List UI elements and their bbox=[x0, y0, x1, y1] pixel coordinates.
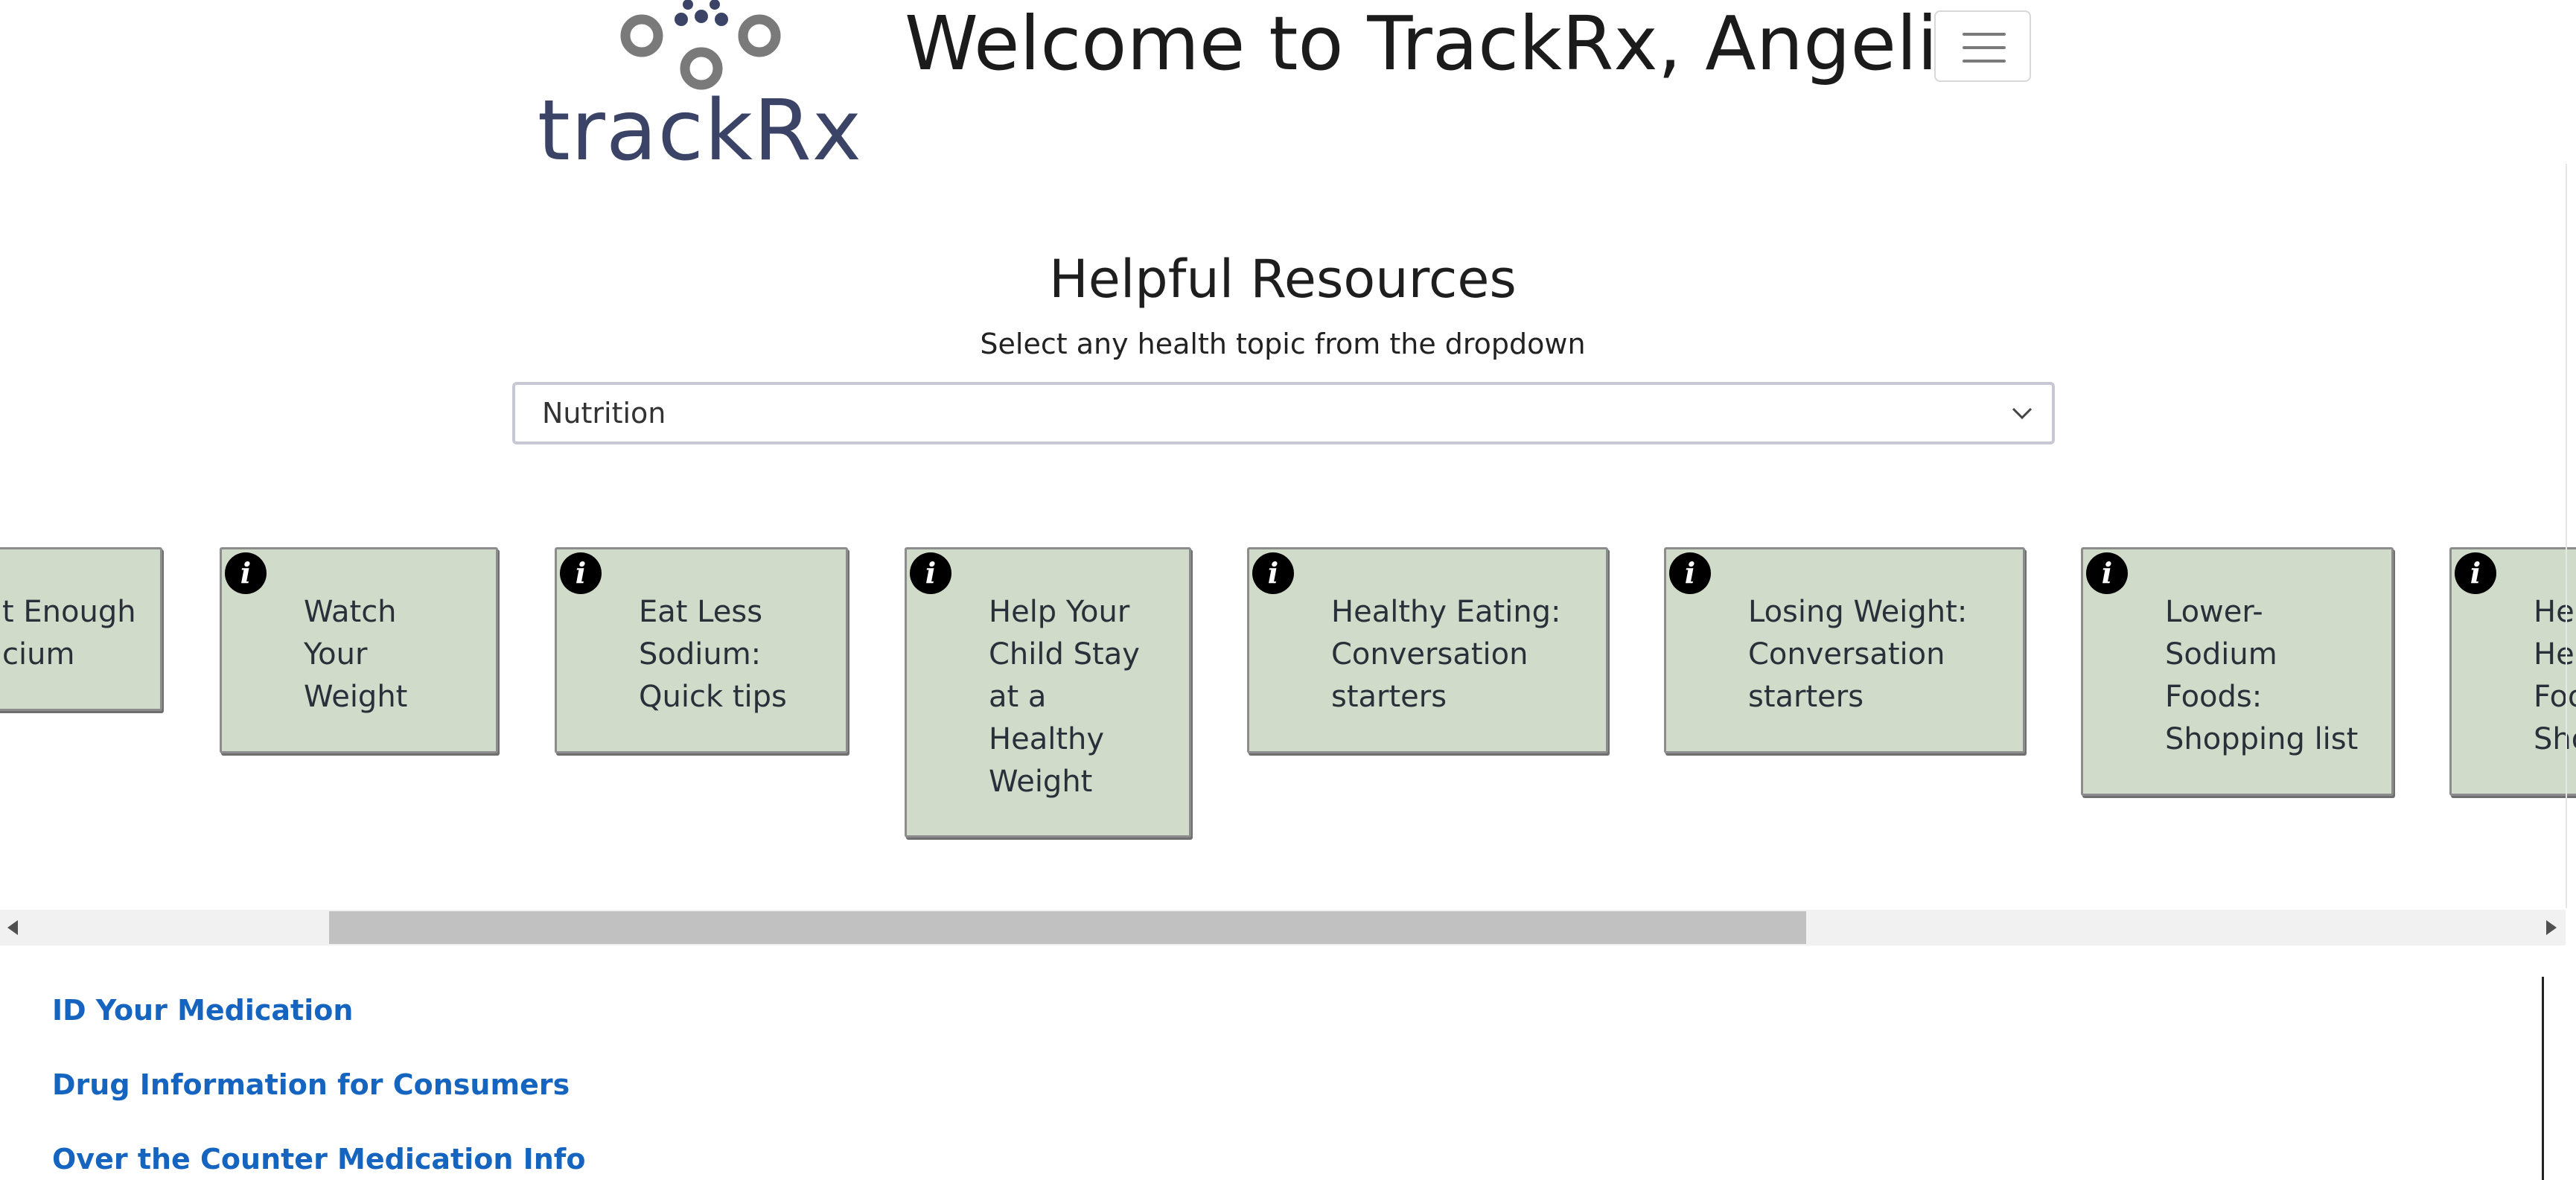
resources-subtitle: Select any health topic from the dropdow… bbox=[980, 328, 1586, 360]
card-label: Watch Your Weight bbox=[304, 595, 408, 714]
resource-card[interactable]: i Watch Your Weight bbox=[220, 547, 498, 753]
info-icon[interactable]: i bbox=[1252, 552, 1294, 594]
scroll-right-arrow-icon[interactable] bbox=[2546, 920, 2557, 935]
resource-card[interactable]: t Enough cium bbox=[0, 547, 162, 711]
trackrx-logo[interactable]: trackRx bbox=[536, 0, 864, 182]
info-icon[interactable]: i bbox=[2086, 552, 2128, 594]
page: trackRx Welcome to TrackRx, Angelica Hel… bbox=[0, 0, 2576, 1180]
welcome-heading: Welcome to TrackRx, Angelica bbox=[905, 0, 2024, 87]
selected-topic: Nutrition bbox=[542, 397, 666, 430]
chevron-down-icon bbox=[2012, 407, 2033, 420]
info-icon[interactable]: i bbox=[2455, 552, 2496, 594]
card-label: t Enough cium bbox=[2, 595, 136, 672]
health-topic-select[interactable]: Nutrition bbox=[512, 382, 2055, 444]
resource-card[interactable]: i Losing Weight: Conversation starters bbox=[1664, 547, 2025, 753]
info-icon[interactable]: i bbox=[910, 552, 951, 594]
info-icon[interactable]: i bbox=[560, 552, 602, 594]
card-label: Eat Less Sodium: Quick tips bbox=[639, 595, 787, 714]
resource-card[interactable]: i Lower- Sodium Foods: Shopping list bbox=[2081, 547, 2394, 796]
resource-card[interactable]: i Healthy Eating: Conversation starters bbox=[1247, 547, 1608, 753]
hamburger-icon bbox=[1963, 33, 2006, 36]
resource-card[interactable]: i He He Foo Sho bbox=[2449, 547, 2576, 796]
card-label: Losing Weight: Conversation starters bbox=[1748, 595, 1968, 714]
resources-title: Helpful Resources bbox=[1049, 249, 1517, 310]
menu-toggle-button[interactable] bbox=[1934, 10, 2031, 82]
card-label: He He Foo Sho bbox=[2534, 595, 2576, 756]
resource-card[interactable]: i Help Your Child Stay at a Healthy Weig… bbox=[905, 547, 1191, 838]
cards-horizontal-scrollbar[interactable] bbox=[0, 910, 2566, 945]
resource-cards-carousel[interactable]: t Enough cium i Watch Your Weight i Eat … bbox=[0, 540, 2576, 845]
info-icon[interactable]: i bbox=[225, 552, 267, 594]
logo-dots-icon bbox=[620, 0, 781, 90]
medication-links: ID Your Medication Drug Information for … bbox=[52, 989, 585, 1180]
card-label: Help Your Child Stay at a Healthy Weight bbox=[989, 595, 1140, 799]
link-otc-medication-info[interactable]: Over the Counter Medication Info bbox=[52, 1138, 585, 1180]
card-label: Lower- Sodium Foods: Shopping list bbox=[2165, 595, 2359, 756]
panel-divider bbox=[2542, 977, 2544, 1180]
resource-card[interactable]: i Eat Less Sodium: Quick tips bbox=[555, 547, 848, 753]
card-label: Healthy Eating: Conversation starters bbox=[1331, 595, 1561, 714]
link-id-your-medication[interactable]: ID Your Medication bbox=[52, 989, 585, 1032]
scrollbar-thumb[interactable] bbox=[329, 911, 1806, 944]
page-scrollbar-edge bbox=[2566, 164, 2567, 908]
scroll-left-arrow-icon[interactable] bbox=[7, 920, 18, 935]
link-drug-information[interactable]: Drug Information for Consumers bbox=[52, 1063, 585, 1106]
info-icon[interactable]: i bbox=[1669, 552, 1711, 594]
logo-text: trackRx bbox=[537, 83, 863, 179]
